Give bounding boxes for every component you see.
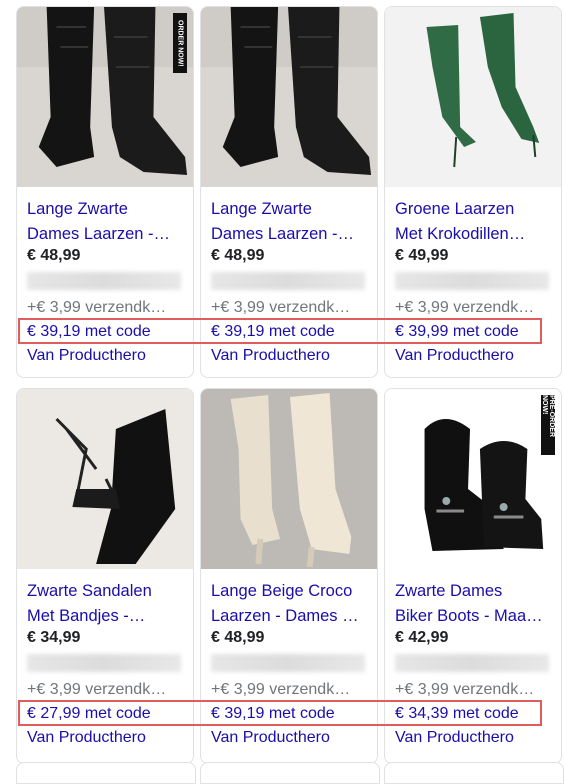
seller-link[interactable]: Van Producthero <box>27 729 146 747</box>
product-image[interactable] <box>385 7 561 187</box>
product-title[interactable]: Lange Zwarte Dames Laarzen -… <box>27 197 185 247</box>
product-image[interactable] <box>17 389 193 569</box>
shipping-cost: +€ 3,99 verzendk… <box>27 681 167 698</box>
product-image[interactable]: PRE-ORDER NOW! <box>385 389 561 569</box>
blurred-rating <box>211 654 365 672</box>
product-title[interactable]: Zwarte Dames Biker Boots - Maa… <box>395 579 553 629</box>
product-image[interactable]: ORDER NOW! <box>17 7 193 187</box>
highlight-box-row-2 <box>18 700 542 726</box>
seller-link[interactable]: Van Producthero <box>27 347 146 365</box>
seller-link[interactable]: Van Producthero <box>395 729 514 747</box>
pre-order-badge: PRE-ORDER NOW! <box>541 395 555 455</box>
blurred-rating <box>395 654 549 672</box>
shipping-cost: +€ 3,99 verzendk… <box>27 299 167 316</box>
product-price: € 48,99 <box>27 247 81 264</box>
blurred-rating <box>27 654 181 672</box>
next-row-card <box>384 762 564 784</box>
product-price: € 34,99 <box>27 629 81 646</box>
product-price: € 42,99 <box>395 629 449 646</box>
seller-link[interactable]: Van Producthero <box>395 347 514 365</box>
shipping-cost: +€ 3,99 verzendk… <box>211 299 351 316</box>
product-image[interactable] <box>201 389 377 569</box>
next-row-card <box>200 762 380 784</box>
shipping-cost: +€ 3,99 verzendk… <box>395 681 535 698</box>
highlight-box-row-1 <box>18 318 542 344</box>
product-price: € 48,99 <box>211 629 265 646</box>
seller-link[interactable]: Van Producthero <box>211 729 330 747</box>
product-price: € 49,99 <box>395 247 449 264</box>
blurred-rating <box>395 272 549 290</box>
shipping-cost: +€ 3,99 verzendk… <box>211 681 351 698</box>
seller-link[interactable]: Van Producthero <box>211 347 330 365</box>
order-now-badge: ORDER NOW! <box>173 13 187 73</box>
product-price: € 48,99 <box>211 247 265 264</box>
next-row-card <box>16 762 196 784</box>
blurred-rating <box>27 272 181 290</box>
blurred-rating <box>211 272 365 290</box>
product-title[interactable]: Lange Beige Croco Laarzen - Dames … <box>211 579 369 629</box>
product-title[interactable]: Groene Laarzen Met Krokodillen… <box>395 197 553 247</box>
product-image[interactable] <box>201 7 377 187</box>
shipping-cost: +€ 3,99 verzendk… <box>395 299 535 316</box>
product-title[interactable]: Zwarte Sandalen Met Bandjes -… <box>27 579 185 629</box>
product-title[interactable]: Lange Zwarte Dames Laarzen -… <box>211 197 369 247</box>
